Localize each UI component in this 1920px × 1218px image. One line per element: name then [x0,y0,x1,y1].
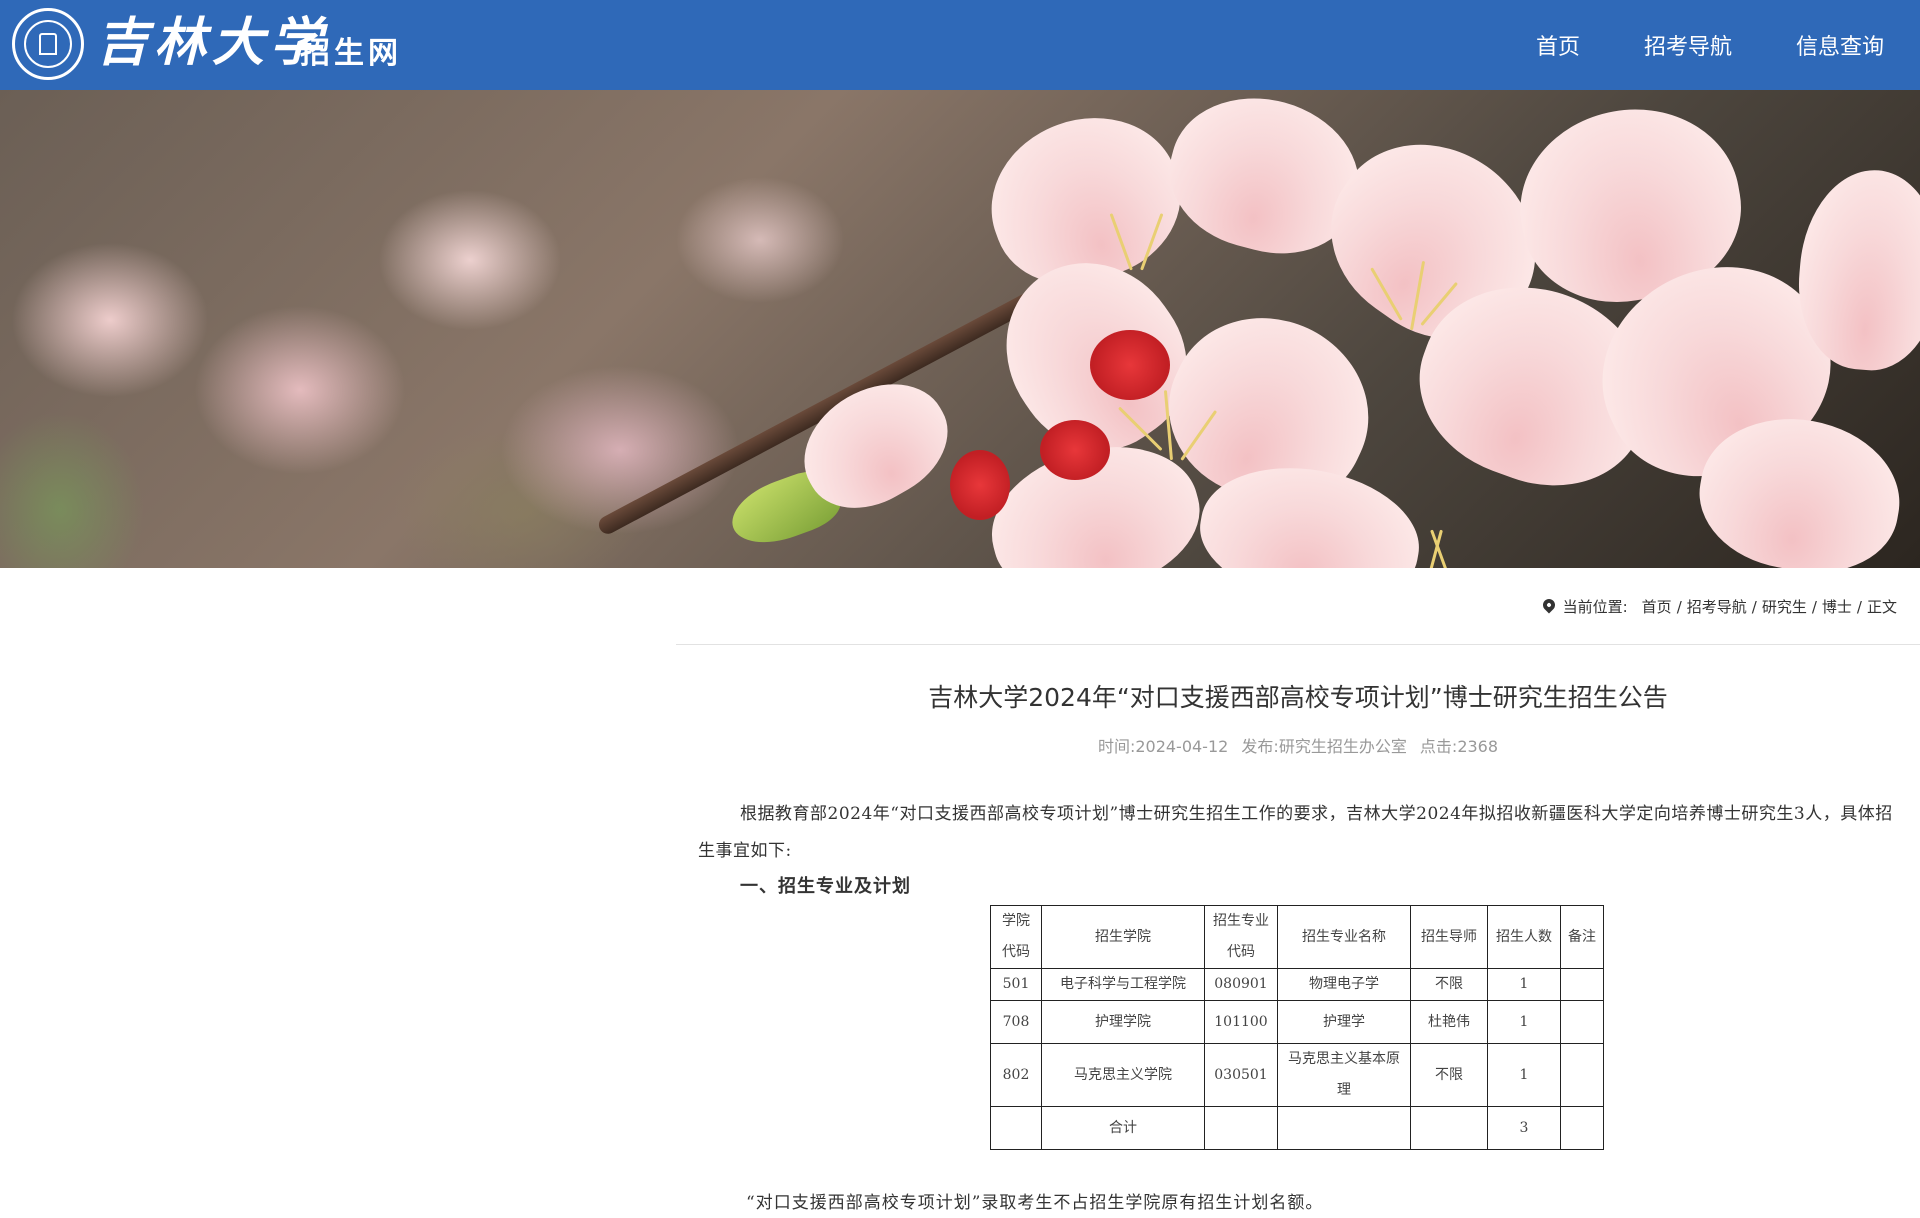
nav-home[interactable]: 首页 [1536,29,1580,61]
intro-paragraph: 根据教育部2024年“对口支援西部高校专项计划”博士研究生招生工作的要求，吉林大… [698,804,1893,861]
main-nav: 首页 招考导航 信息查询 [1472,0,1884,90]
nav-admission-guide[interactable]: 招考导航 [1644,29,1732,61]
breadcrumb-doctoral[interactable]: 博士 [1822,596,1852,617]
logo-name[interactable]: 吉林大学 [96,10,328,76]
publisher: 发布:研究生招生办公室 [1241,737,1407,756]
table-cell: 不限 [1410,968,1488,1001]
table-cell [1560,1106,1604,1150]
footnote: “对口支援西部高校专项计划”录取考生不占招生学院原有招生计划名额。 [746,1193,1324,1213]
header-cell: 招生人数 [1487,905,1561,969]
table-header-row: 学院代码 招生学院 招生专业代码 招生专业名称 招生导师 招生人数 备注 [990,905,1604,969]
breadcrumb-separator: / [1676,597,1682,616]
article-meta: 时间:2024-04-12 发布:研究生招生办公室 点击:2368 [676,733,1920,757]
breadcrumb-graduate[interactable]: 研究生 [1762,596,1807,617]
table-cell: 护理学 [1277,1000,1411,1044]
table-cell: 501 [990,968,1042,1001]
breadcrumb-admission-guide[interactable]: 招考导航 [1687,596,1747,617]
table-cell: 3 [1487,1106,1561,1150]
header-cell: 招生学院 [1041,905,1205,969]
table-cell: 030501 [1204,1043,1278,1107]
table-row: 501 电子科学与工程学院 080901 物理电子学 不限 1 [990,968,1604,1001]
breadcrumb-home[interactable]: 首页 [1642,596,1672,617]
site-header: 吉林大学 招生网 首页 招考导航 信息查询 [0,0,1920,90]
table-total-row: 合计 3 [990,1106,1604,1150]
breadcrumb-separator: / [1811,597,1817,616]
breadcrumb: 当前位置: 首页 / 招考导航 / 研究生 / 博士 / 正文 [1540,596,1897,617]
university-seal-icon[interactable] [12,8,84,80]
breadcrumb-separator: / [1751,597,1757,616]
table-cell [1277,1106,1411,1150]
red-calyx-shape [1090,330,1170,400]
breadcrumb-separator: / [1856,597,1862,616]
section-heading: 一、招生专业及计划 [740,876,911,897]
click-count: 点击:2368 [1419,737,1499,756]
publish-time: 时间:2024-04-12 [1097,737,1229,756]
table-cell: 1 [1487,968,1561,1001]
table-cell: 708 [990,1000,1042,1044]
nav-info-query[interactable]: 信息查询 [1796,29,1884,61]
table-cell: 1 [1487,1000,1561,1044]
header-cell: 学院代码 [990,905,1042,969]
table-cell: 合计 [1041,1106,1205,1150]
table-cell: 080901 [1204,968,1278,1001]
header-cell: 招生导师 [1410,905,1488,969]
table-cell: 物理电子学 [1277,968,1411,1001]
breadcrumb-current: 正文 [1866,598,1897,616]
header-cell: 招生专业名称 [1277,905,1411,969]
table-cell [990,1106,1042,1150]
table-cell: 杜艳伟 [1410,1000,1488,1044]
admission-plan-table: 学院代码 招生学院 招生专业代码 招生专业名称 招生导师 招生人数 备注 501… [990,905,1604,1150]
breadcrumb-label: 当前位置: [1562,598,1628,616]
location-pin-icon [1540,596,1558,613]
table-cell: 101100 [1204,1000,1278,1044]
table-cell: 马克思主义学院 [1041,1043,1205,1107]
red-calyx-shape [1040,420,1110,480]
table-cell: 不限 [1410,1043,1488,1107]
header-cell: 招生专业代码 [1204,905,1278,969]
table-cell [1560,1000,1604,1044]
red-calyx-shape [950,450,1010,520]
header-cell: 备注 [1560,905,1604,969]
table-cell: 电子科学与工程学院 [1041,968,1205,1001]
article-title: 吉林大学2024年“对口支援西部高校专项计划”博士研究生招生公告 [928,683,1668,712]
table-cell [1410,1106,1488,1150]
table-cell: 护理学院 [1041,1000,1205,1044]
table-row: 802 马克思主义学院 030501 马克思主义基本原理 不限 1 [990,1043,1604,1107]
table-cell: 1 [1487,1043,1561,1107]
table-row: 708 护理学院 101100 护理学 杜艳伟 1 [990,1000,1604,1044]
table-cell: 马克思主义基本原理 [1277,1043,1411,1107]
content-divider [676,644,1920,645]
table-cell [1560,968,1604,1001]
table-cell [1204,1106,1278,1150]
banner-image [0,90,1920,568]
table-cell [1560,1043,1604,1107]
table-cell: 802 [990,1043,1042,1107]
logo-subtitle[interactable]: 招生网 [300,34,402,74]
